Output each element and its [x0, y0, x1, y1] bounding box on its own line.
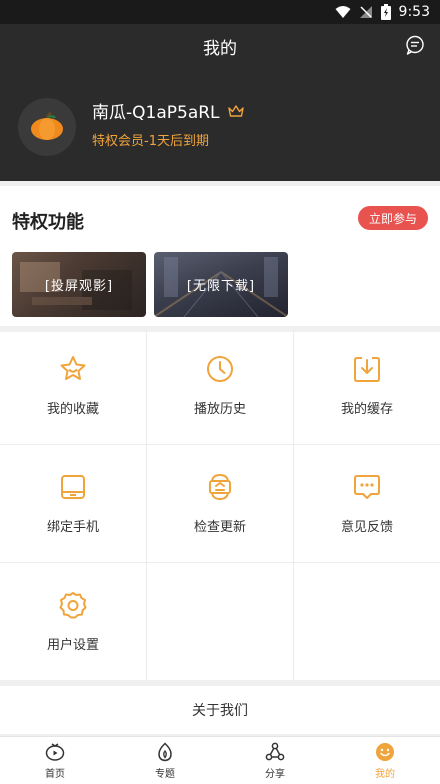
- bottom-tab-bar: 首页 专题 分享 我的: [0, 736, 440, 784]
- menu-item-history[interactable]: 播放历史: [147, 332, 293, 417]
- menu-item-bind-phone[interactable]: 绑定手机: [0, 450, 146, 535]
- cast-card-label: [投屏观影]: [44, 279, 114, 294]
- page-title: 我的: [203, 39, 237, 59]
- tab-share[interactable]: 分享: [220, 737, 330, 784]
- menu-item-label: 检查更新: [193, 520, 246, 535]
- privilege-section: 特权功能 立即参与 [投屏观影] [无限下载]: [0, 186, 440, 326]
- menu-item-feedback[interactable]: 意见反馈: [294, 450, 440, 535]
- update-icon: [209, 473, 231, 501]
- smile-icon: [376, 742, 394, 761]
- about-us[interactable]: 关于我们: [0, 686, 440, 734]
- menu-item-label: 用户设置: [46, 638, 99, 653]
- tab-home[interactable]: 首页: [0, 737, 110, 784]
- home-play-icon: [45, 742, 65, 761]
- menu-grid: 我的收藏 播放历史 我的缓存 绑定手机 检查更新 意见反馈 用户设置: [0, 332, 440, 680]
- menu-item-cache[interactable]: 我的缓存: [294, 332, 440, 417]
- status-time: 9:53: [398, 4, 430, 20]
- menu-item-label: 我的收藏: [46, 402, 99, 417]
- no-signal-icon: [359, 6, 372, 18]
- status-bar: 9:53: [0, 0, 440, 24]
- join-button[interactable]: 立即参与: [358, 206, 428, 230]
- feedback-icon: [354, 475, 380, 499]
- tab-label: 我的: [375, 768, 395, 780]
- tablet-icon: [61, 475, 85, 499]
- tab-label: 分享: [265, 768, 285, 780]
- cast-card[interactable]: [投屏观影]: [12, 252, 146, 317]
- download-card[interactable]: [无限下载]: [154, 252, 288, 317]
- pumpkin-icon: [31, 112, 63, 140]
- star-icon: [60, 356, 86, 380]
- download-icon: [354, 357, 380, 382]
- menu-item-label: 意见反馈: [340, 520, 393, 535]
- clock-icon: [207, 356, 233, 382]
- avatar[interactable]: [18, 98, 76, 156]
- menu-item-label: 绑定手机: [46, 520, 99, 535]
- member-status: 特权会员-1天后到期: [92, 134, 209, 149]
- share-icon: [265, 742, 285, 760]
- battery-icon: [380, 4, 391, 20]
- gear-icon: [59, 592, 87, 619]
- crown-icon: [227, 104, 244, 117]
- wifi-icon: [335, 6, 351, 18]
- menu-item-check-update[interactable]: 检查更新: [147, 450, 293, 535]
- tab-label: 首页: [45, 768, 65, 780]
- menu-item-favorites[interactable]: 我的收藏: [0, 332, 146, 417]
- menu-item-settings[interactable]: 用户设置: [0, 568, 146, 653]
- tab-topics[interactable]: 专题: [110, 737, 220, 784]
- profile-header: 我的 南瓜-Q1aP5aRL 特权会员-1天后到期: [0, 24, 440, 181]
- topic-icon: [158, 741, 172, 761]
- tab-label: 专题: [155, 768, 175, 780]
- menu-item-label: 播放历史: [193, 402, 246, 417]
- menu-item-label: 我的缓存: [340, 402, 393, 417]
- privilege-title: 特权功能: [12, 212, 84, 233]
- download-card-label: [无限下载]: [186, 279, 256, 294]
- message-icon[interactable]: [404, 34, 426, 56]
- username: 南瓜-Q1aP5aRL: [92, 103, 220, 123]
- tab-mine[interactable]: 我的: [330, 737, 440, 784]
